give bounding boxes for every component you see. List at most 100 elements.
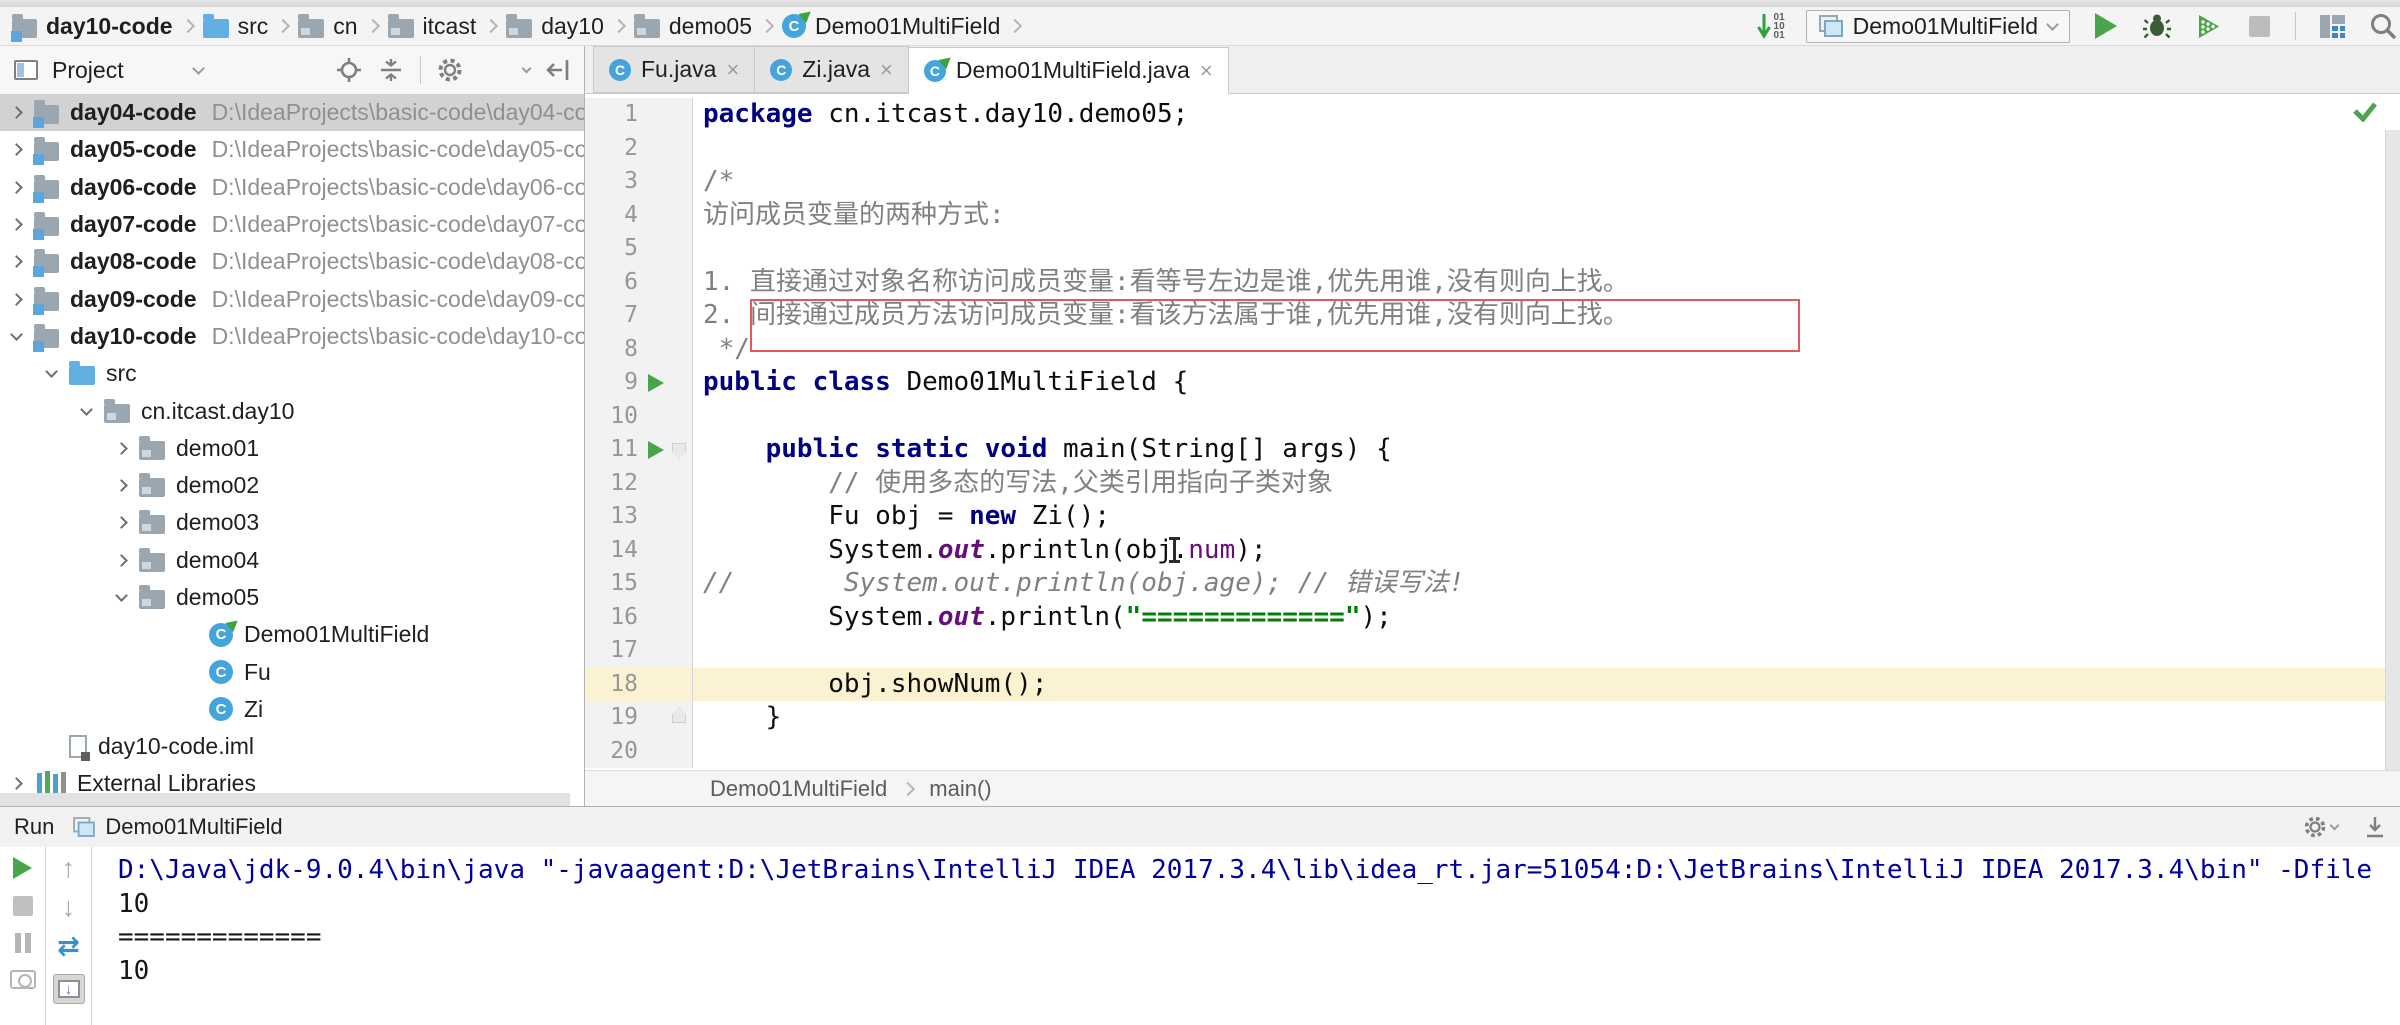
hide-icon[interactable] <box>2364 815 2386 839</box>
tree-item-day08-code[interactable]: day08-code D:\IdeaProjects\basic-code\day… <box>0 243 584 280</box>
code-line: 12 // 使用多态的写法,父类引用指向子类对象 <box>585 466 2400 501</box>
tree-item-day10-code.iml[interactable]: day10-code.iml <box>0 728 584 765</box>
pause-button[interactable] <box>14 933 31 953</box>
tree-item-Zi[interactable]: Zi <box>0 691 584 728</box>
tab-label: Zi.java <box>802 56 871 82</box>
gutter-icons <box>646 467 692 501</box>
gutter-icons[interactable] <box>646 433 692 467</box>
code-line: 18 obj.showNum(); <box>585 667 2400 701</box>
tab-Fu.java[interactable]: Fu.java × <box>593 46 756 93</box>
editor-scrollbar[interactable] <box>2385 130 2400 770</box>
tree-item-demo02[interactable]: demo02 <box>0 467 584 504</box>
collapse-all-icon[interactable] <box>378 57 404 83</box>
tree-item-day04-code[interactable]: day04-code D:\IdeaProjects\basic-code\day… <box>0 94 584 132</box>
tree-item-day09-code[interactable]: day09-code D:\IdeaProjects\basic-code\day… <box>0 280 584 317</box>
chevron-right-icon <box>611 18 626 34</box>
tree-item-demo01[interactable]: demo01 <box>0 430 584 467</box>
close-icon[interactable]: × <box>1200 59 1213 82</box>
breadcrumb-item-demo05[interactable]: demo05 <box>633 13 752 40</box>
package-icon <box>387 13 414 38</box>
chevron-right-icon <box>115 516 128 530</box>
tree-item-cn.itcast.day10[interactable]: cn.itcast.day10 <box>0 392 584 429</box>
line-number: 13 <box>610 503 638 529</box>
tree-item-demo04[interactable]: demo04 <box>0 542 584 579</box>
line-number: 5 <box>624 235 638 261</box>
debug-button[interactable] <box>2142 11 2172 41</box>
tab-Demo01MultiField.java[interactable]: Demo01MultiField.java × <box>908 47 1229 94</box>
restore-layout-icon[interactable]: ⇄ <box>57 933 80 960</box>
sort-lines-icon[interactable]: 01 10 01 <box>1756 12 1785 40</box>
gutter: 10 <box>585 399 693 433</box>
tree-item-day10-code[interactable]: day10-code D:\IdeaProjects\basic-code\day… <box>0 318 584 355</box>
tab-Zi.java[interactable]: Zi.java × <box>755 46 909 93</box>
structure-grid-icon[interactable] <box>2317 11 2347 41</box>
breadcrumb-label: src <box>237 12 269 39</box>
chevron-down-icon <box>2046 17 2059 31</box>
fold-marker-icon[interactable] <box>672 443 686 459</box>
run-line-icon[interactable] <box>648 374 664 392</box>
chevron-down-icon <box>45 365 58 379</box>
line-number: 18 <box>610 670 638 697</box>
run-line-icon[interactable] <box>648 441 664 459</box>
tree-item-label: src <box>106 360 137 387</box>
package-icon <box>139 585 165 609</box>
down-stack-icon[interactable]: ↓ <box>62 894 76 921</box>
hide-panel-icon[interactable] <box>546 57 570 83</box>
tree-item-Demo01MultiField[interactable]: Demo01MultiField <box>0 616 584 653</box>
tree-item-Fu[interactable]: Fu <box>0 653 584 690</box>
editor-breadcrumb-item[interactable]: main() <box>929 776 991 802</box>
run-tab[interactable]: Demo01MultiField <box>66 814 288 840</box>
pin-output-icon[interactable] <box>52 974 85 1004</box>
up-stack-icon[interactable]: ↑ <box>62 855 76 882</box>
tree-item-day06-code[interactable]: day06-code D:\IdeaProjects\basic-code\day… <box>0 169 584 206</box>
breadcrumb-item-day10[interactable]: day10 <box>506 13 604 40</box>
breadcrumb-item-itcast[interactable]: itcast <box>387 13 476 40</box>
code-line: 8 */ <box>585 332 2400 366</box>
code-line: 3 /* <box>585 165 2400 199</box>
project-icon <box>11 13 37 42</box>
gutter-icons[interactable] <box>646 701 692 735</box>
code-line: 15 // System.out.println(obj.age); // 错误写… <box>585 567 2400 601</box>
close-icon[interactable]: × <box>726 58 739 81</box>
chevron-down-icon <box>10 328 23 341</box>
tree-item-src[interactable]: src <box>0 355 584 392</box>
search-icon[interactable] <box>2368 11 2398 41</box>
chevron-right-icon <box>901 781 916 796</box>
tree-item-label: day10-code.iml <box>98 733 254 760</box>
breadcrumb-item-src[interactable]: src <box>202 12 269 40</box>
tree-item-demo03[interactable]: demo03 <box>0 504 584 541</box>
chevron-down-icon[interactable] <box>191 61 205 75</box>
line-number: 17 <box>610 637 638 663</box>
editor[interactable]: 1 package cn.itcast.day10.demo05; 2 3 /* 4 访问成… <box>585 94 2400 770</box>
tree-item-demo05[interactable]: demo05 <box>0 579 584 616</box>
locate-icon[interactable] <box>336 57 362 83</box>
breadcrumb-item-cn[interactable]: cn <box>298 13 358 40</box>
tree-item-day07-code[interactable]: day07-code D:\IdeaProjects\basic-code\day… <box>0 206 584 243</box>
project-panel-title: Project <box>52 56 124 83</box>
editor-breadcrumb-item[interactable]: Demo01MultiField <box>710 776 887 802</box>
coverage-button[interactable] <box>2193 11 2223 41</box>
breadcrumb-item-day10-code[interactable]: day10-code <box>11 13 173 42</box>
stop-button[interactable] <box>12 896 33 916</box>
breadcrumb-item-Demo01MultiField[interactable]: Demo01MultiField <box>782 6 1000 40</box>
close-icon[interactable]: × <box>880 58 893 81</box>
tab-label: Demo01MultiField.java <box>955 57 1190 83</box>
horizontal-scrollbar[interactable] <box>0 793 570 806</box>
run-button[interactable] <box>2091 11 2121 41</box>
tree-item-label: day06-code <box>70 173 197 200</box>
line-number: 15 <box>610 570 638 596</box>
settings-icon[interactable] <box>2303 815 2340 839</box>
line-number: 19 <box>610 704 638 730</box>
settings-icon[interactable] <box>437 57 532 83</box>
tree-item-label: demo04 <box>176 546 260 573</box>
tree-item-path: D:\IdeaProjects\basic-code\day09-code <box>211 285 584 312</box>
tree-item-day05-code[interactable]: day05-code D:\IdeaProjects\basic-code\day… <box>0 131 584 168</box>
rerun-button[interactable] <box>13 857 32 879</box>
console-line: 10 <box>118 888 150 919</box>
code-text: System.out.println(obj.num); <box>703 534 1267 565</box>
stop-button[interactable] <box>2244 11 2274 41</box>
screenshot-button[interactable] <box>9 970 36 989</box>
gutter-icons[interactable] <box>646 366 692 400</box>
run-config-select[interactable]: Demo01MultiField <box>1805 9 2070 43</box>
fold-end-icon[interactable] <box>672 707 686 723</box>
